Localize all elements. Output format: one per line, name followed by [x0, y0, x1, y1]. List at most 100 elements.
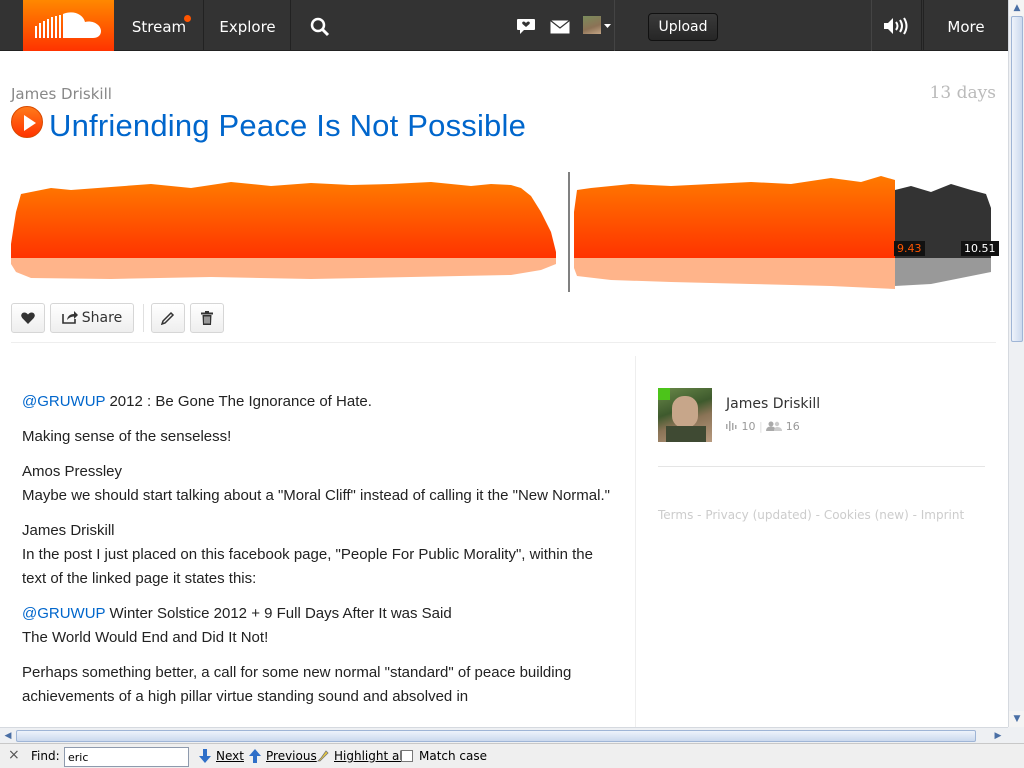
followers-count[interactable]: 16 — [786, 420, 800, 433]
cloud-icon — [35, 12, 101, 38]
description-paragraph: Making sense of the senseless! — [22, 428, 232, 445]
avatar-shirt — [666, 426, 706, 442]
volume-button[interactable] — [872, 0, 922, 51]
search-button[interactable] — [292, 0, 348, 51]
find-previous-button[interactable]: Previous — [266, 749, 317, 763]
footer-separator: - — [693, 508, 706, 522]
waveform-played-bottom-2 — [574, 258, 895, 289]
nav-divider — [614, 0, 615, 51]
imprint-link[interactable]: Imprint — [921, 508, 964, 522]
avatar-accent — [658, 388, 670, 400]
vertical-scrollbar[interactable]: ▲ ▼ — [1008, 0, 1024, 727]
nav-explore-label: Explore — [219, 18, 276, 36]
waveform-unplayed-bottom — [895, 258, 991, 286]
user-name[interactable]: James Driskill — [726, 396, 820, 412]
upload-button[interactable]: Upload — [648, 13, 718, 41]
soundcloud-logo[interactable] — [23, 0, 114, 51]
mail-icon[interactable] — [550, 20, 570, 34]
divider — [11, 342, 996, 343]
track-age: 13 days — [929, 83, 996, 103]
user-avatar[interactable] — [658, 388, 712, 442]
close-find-icon[interactable]: × — [8, 747, 20, 763]
share-label: Share — [81, 310, 123, 326]
find-label: Find: — [31, 749, 60, 763]
sidebar-divider — [658, 466, 985, 467]
pencil-icon — [160, 311, 175, 326]
vertical-scroll-thumb[interactable] — [1011, 16, 1023, 342]
mention-link[interactable]: @GRUWUP — [22, 393, 105, 410]
heart-icon — [21, 312, 35, 324]
description-text: In the post I just placed on this facebo… — [22, 546, 593, 587]
footer-separator: - — [811, 508, 824, 522]
description-text: Winter Solstice 2012 + 9 Full Days After… — [105, 605, 452, 622]
scroll-down-arrow-icon[interactable]: ▼ — [1009, 711, 1024, 727]
waveform-played-top — [11, 182, 556, 258]
nav-stream[interactable]: Stream — [115, 0, 204, 51]
match-case-label[interactable]: Match case — [419, 749, 487, 763]
description-paragraph: @GRUWUP 2012 : Be Gone The Ignorance of … — [22, 390, 612, 414]
tracks-count[interactable]: 10 — [742, 420, 756, 433]
column-divider — [635, 356, 636, 727]
down-arrow-icon — [199, 749, 211, 763]
nav-more[interactable]: More — [923, 0, 1008, 51]
description-text: 2012 : Be Gone The Ignorance of Hate. — [105, 393, 372, 410]
volume-icon — [883, 17, 907, 35]
cookies-link[interactable]: Cookies (new) — [824, 508, 909, 522]
terms-link[interactable]: Terms — [658, 508, 693, 522]
description-text: The World Would End and Did It Not! — [22, 629, 269, 646]
track-title[interactable]: Unfriending Peace Is Not Possible — [49, 108, 526, 144]
nav-more-label: More — [947, 18, 985, 36]
waveform[interactable]: 9.43 10.51 — [11, 172, 999, 292]
track-author[interactable]: James Driskill — [11, 85, 112, 103]
chevron-down-icon — [604, 24, 611, 28]
description-paragraph: Perhaps something better, a call for som… — [22, 664, 572, 705]
waveform-graphic — [11, 172, 991, 292]
scroll-up-arrow-icon[interactable]: ▲ — [1009, 0, 1024, 16]
up-arrow-icon — [249, 749, 261, 763]
top-nav: Stream Explore Upload More — [0, 0, 1008, 51]
messages-icon[interactable] — [516, 18, 536, 35]
like-button[interactable] — [11, 303, 45, 333]
share-button[interactable]: Share — [50, 303, 134, 333]
match-case-checkbox[interactable] — [401, 750, 413, 762]
footer-links: Terms - Privacy (updated) - Cookies (new… — [658, 508, 964, 522]
current-time: 9.43 — [894, 241, 925, 256]
avatar-face — [672, 396, 698, 428]
description-paragraph: James Driskill In the post I just placed … — [22, 519, 612, 591]
privacy-link[interactable]: Privacy (updated) — [705, 508, 812, 522]
horizontal-scroll-thumb[interactable] — [16, 730, 976, 742]
find-bar: × Find: Next Previous Highlight all Matc… — [0, 743, 1024, 768]
nav-explore[interactable]: Explore — [205, 0, 291, 51]
nav-stream-label: Stream — [131, 18, 187, 36]
stats-separator: | — [759, 420, 763, 433]
track-description: @GRUWUP 2012 : Be Gone The Ignorance of … — [22, 390, 612, 720]
find-next-button[interactable]: Next — [216, 749, 244, 763]
scrollbar-corner — [1008, 727, 1024, 743]
share-icon — [61, 311, 78, 324]
tracks-icon — [726, 421, 737, 431]
highlight-all-button[interactable]: Highlight all — [334, 749, 406, 763]
user-stats: 10 | 16 — [726, 420, 800, 433]
waveform-played-top-2 — [574, 176, 895, 258]
total-time: 10.51 — [961, 241, 999, 256]
trash-icon — [201, 311, 213, 325]
mention-link[interactable]: @GRUWUP — [22, 605, 105, 622]
footer-separator: - — [908, 508, 921, 522]
description-text: Amos Pressley — [22, 463, 123, 480]
description-text: James Driskill — [22, 522, 115, 539]
horizontal-scrollbar[interactable]: ◀ ▶ — [0, 727, 1008, 743]
edit-button[interactable] — [151, 303, 185, 333]
scroll-left-arrow-icon[interactable]: ◀ — [0, 728, 16, 744]
find-input[interactable] — [64, 747, 189, 767]
description-paragraph: Amos Pressley Maybe we should start talki… — [22, 460, 612, 508]
play-button[interactable] — [11, 106, 43, 138]
description-text: Maybe we should start talking about a "M… — [22, 487, 610, 504]
user-avatar-menu[interactable] — [583, 16, 601, 34]
scroll-right-arrow-icon[interactable]: ▶ — [990, 728, 1006, 744]
notification-dot — [184, 15, 191, 22]
delete-button[interactable] — [190, 303, 224, 333]
waveform-played-bottom — [11, 258, 556, 279]
followers-icon — [766, 421, 783, 431]
highlighter-icon — [317, 750, 329, 762]
search-icon — [310, 17, 330, 37]
